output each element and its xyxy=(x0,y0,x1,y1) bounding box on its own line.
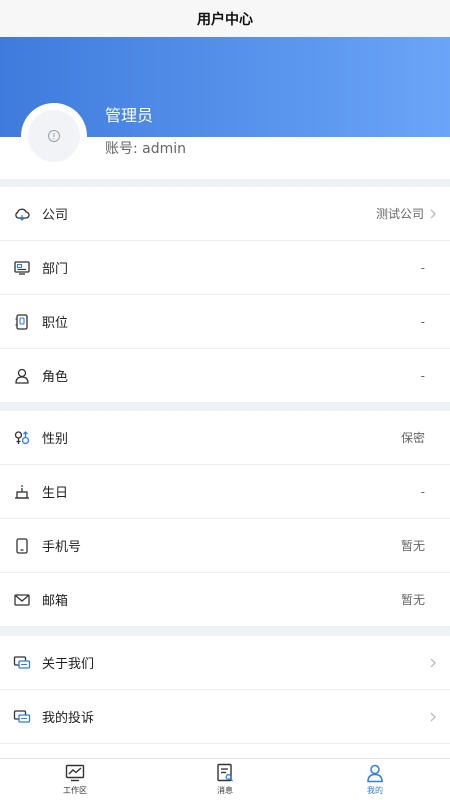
row-label: 职位 xyxy=(42,316,69,331)
row-label: 我的投诉 xyxy=(42,711,95,726)
row-label: 性别 xyxy=(42,432,69,447)
tab-mine[interactable]: 我的 xyxy=(300,759,450,800)
row-email[interactable]: 邮箱 暂无 xyxy=(0,573,450,627)
chart-monitor-icon xyxy=(65,764,85,782)
mail-icon xyxy=(14,594,30,606)
row-value: - xyxy=(420,368,425,383)
row-value: 暂无 xyxy=(400,539,425,553)
cloud-icon xyxy=(15,208,30,221)
row-birthday[interactable]: 生日 - xyxy=(0,465,450,519)
tab-messages[interactable]: 消息 xyxy=(150,759,300,800)
chat-icon xyxy=(13,656,31,669)
row-department[interactable]: 部门 - xyxy=(0,241,450,295)
message-doc-icon xyxy=(217,763,233,782)
row-company[interactable]: 公司 测试公司 xyxy=(0,187,450,241)
birthday-icon xyxy=(15,485,29,499)
tab-label: 我的 xyxy=(367,786,383,795)
phone-icon xyxy=(16,538,28,554)
row-about-us[interactable]: 关于我们 xyxy=(0,636,450,690)
row-position[interactable]: 职位 - xyxy=(0,295,450,349)
info-icon xyxy=(48,130,60,142)
department-icon xyxy=(14,261,30,275)
row-gender[interactable]: 性别 保密 xyxy=(0,411,450,465)
row-label: 邮箱 xyxy=(42,594,69,609)
page-title: 用户中心 xyxy=(197,11,253,28)
chevron-right-icon xyxy=(430,209,436,218)
row-phone[interactable]: 手机号 暂无 xyxy=(0,519,450,573)
top-nav-bar: 用户中心 xyxy=(0,0,450,37)
section-divider xyxy=(0,179,450,187)
row-label: 角色 xyxy=(42,370,69,385)
bottom-tab-bar: 工作区 消息 我的 xyxy=(0,758,450,800)
tab-workspace[interactable]: 工作区 xyxy=(0,759,150,800)
chevron-right-icon xyxy=(430,658,436,667)
role-icon xyxy=(15,368,29,384)
row-value: - xyxy=(420,260,425,275)
row-partial xyxy=(0,744,450,758)
row-role[interactable]: 角色 - xyxy=(0,349,450,403)
avatar[interactable] xyxy=(21,103,87,169)
row-label: 生日 xyxy=(42,486,69,501)
row-value: 保密 xyxy=(400,431,425,445)
row-my-complaints[interactable]: 我的投诉 xyxy=(0,690,450,744)
row-value: - xyxy=(420,484,425,499)
gender-icon xyxy=(14,431,30,445)
user-name: 管理员 xyxy=(105,106,154,125)
position-icon xyxy=(15,314,28,330)
user-icon xyxy=(367,764,383,783)
chat-icon xyxy=(13,710,31,723)
row-label: 部门 xyxy=(42,262,69,277)
section-divider xyxy=(0,403,450,411)
chevron-right-icon xyxy=(430,712,436,721)
row-label: 公司 xyxy=(42,208,69,223)
row-label: 手机号 xyxy=(42,540,82,555)
avatar-placeholder xyxy=(28,110,80,162)
section-divider xyxy=(0,627,450,636)
tab-label: 消息 xyxy=(217,786,233,795)
account-id: 账号: admin xyxy=(105,141,187,157)
row-value: 测试公司 xyxy=(375,207,424,221)
row-value: 暂无 xyxy=(400,593,425,607)
row-value: - xyxy=(420,314,425,329)
row-label: 关于我们 xyxy=(42,657,95,672)
tab-label: 工作区 xyxy=(63,786,87,795)
